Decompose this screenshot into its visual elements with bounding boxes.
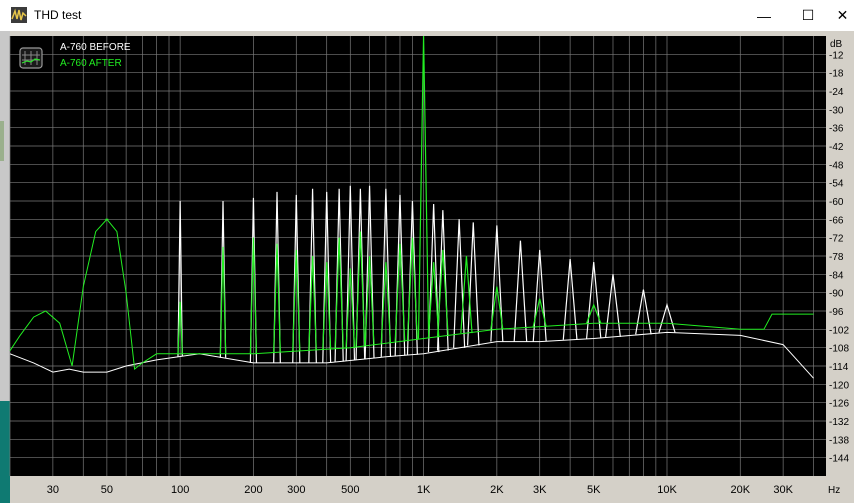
x-tick-label: 10K bbox=[657, 484, 677, 496]
y-tick-label: -90 bbox=[829, 289, 844, 300]
window-titlebar[interactable]: THD test — ☐ ✕ bbox=[0, 0, 854, 31]
legend-toggle-icon[interactable] bbox=[19, 47, 43, 69]
y-tick-label: -96 bbox=[829, 307, 844, 318]
x-tick-label: 50 bbox=[101, 484, 113, 496]
x-tick-label: 200 bbox=[244, 484, 262, 496]
y-tick-label: -66 bbox=[829, 215, 844, 226]
close-icon: ✕ bbox=[836, 7, 849, 23]
y-tick-label: -126 bbox=[829, 399, 849, 410]
y-tick-label: -114 bbox=[829, 362, 849, 373]
thd-spectrum-chart[interactable]: -12 -18 -24 -30 -36 -42 -48 -54 -60 -66 -72 -78 -84 -… bbox=[0, 31, 854, 503]
y-tick-label: -30 bbox=[829, 105, 844, 116]
close-button[interactable]: ✕ bbox=[831, 0, 854, 31]
y-tick-label: -54 bbox=[829, 179, 844, 190]
x-tick-label: 30K bbox=[773, 484, 793, 496]
minimize-icon: — bbox=[757, 7, 771, 24]
minimize-button[interactable]: — bbox=[741, 0, 787, 31]
y-tick-label: -78 bbox=[829, 252, 844, 263]
y-axis-ticks: -12 -18 -24 -30 -36 -42 -48 -54 -60 -66 -72 -78 -84 -… bbox=[829, 50, 849, 464]
y-tick-label: -18 bbox=[829, 69, 844, 80]
y-tick-label: -72 bbox=[829, 234, 844, 245]
maximize-icon: ☐ bbox=[801, 7, 815, 23]
y-tick-label: -24 bbox=[829, 87, 844, 98]
x-tick-label: 5K bbox=[587, 484, 601, 496]
x-axis-ticks: 30 50 100 200 300 500 1K 2K 3K 5K 10K 20K 30K bbox=[47, 484, 794, 496]
maximize-button[interactable]: ☐ bbox=[785, 0, 831, 31]
y-tick-label: -48 bbox=[829, 160, 844, 171]
x-tick-label: 30 bbox=[47, 484, 59, 496]
x-tick-label: 20K bbox=[730, 484, 750, 496]
y-tick-label: -102 bbox=[829, 325, 849, 336]
y-tick-label: -120 bbox=[829, 380, 849, 391]
y-tick-label: -42 bbox=[829, 142, 844, 153]
window-title: THD test bbox=[34, 8, 82, 22]
x-axis-label: Hz bbox=[828, 485, 840, 496]
x-tick-label: 500 bbox=[341, 484, 359, 496]
y-tick-label: -60 bbox=[829, 197, 844, 208]
y-tick-label: -84 bbox=[829, 270, 844, 281]
x-tick-label: 3K bbox=[533, 484, 547, 496]
x-tick-label: 2K bbox=[490, 484, 504, 496]
x-tick-label: 300 bbox=[287, 484, 305, 496]
x-tick-label: 100 bbox=[171, 484, 189, 496]
legend-after: A-760 AFTER bbox=[60, 58, 122, 69]
y-tick-label: -144 bbox=[829, 454, 849, 465]
y-tick-label: -138 bbox=[829, 435, 849, 446]
app-waveform-icon bbox=[11, 7, 27, 23]
y-tick-label: -132 bbox=[829, 417, 849, 428]
y-tick-label: -12 bbox=[829, 50, 844, 61]
y-axis-label: dB bbox=[830, 39, 843, 50]
y-tick-label: -108 bbox=[829, 344, 849, 355]
x-tick-label: 1K bbox=[417, 484, 431, 496]
y-tick-label: -36 bbox=[829, 124, 844, 135]
legend-before: A-760 BEFORE bbox=[60, 42, 131, 53]
